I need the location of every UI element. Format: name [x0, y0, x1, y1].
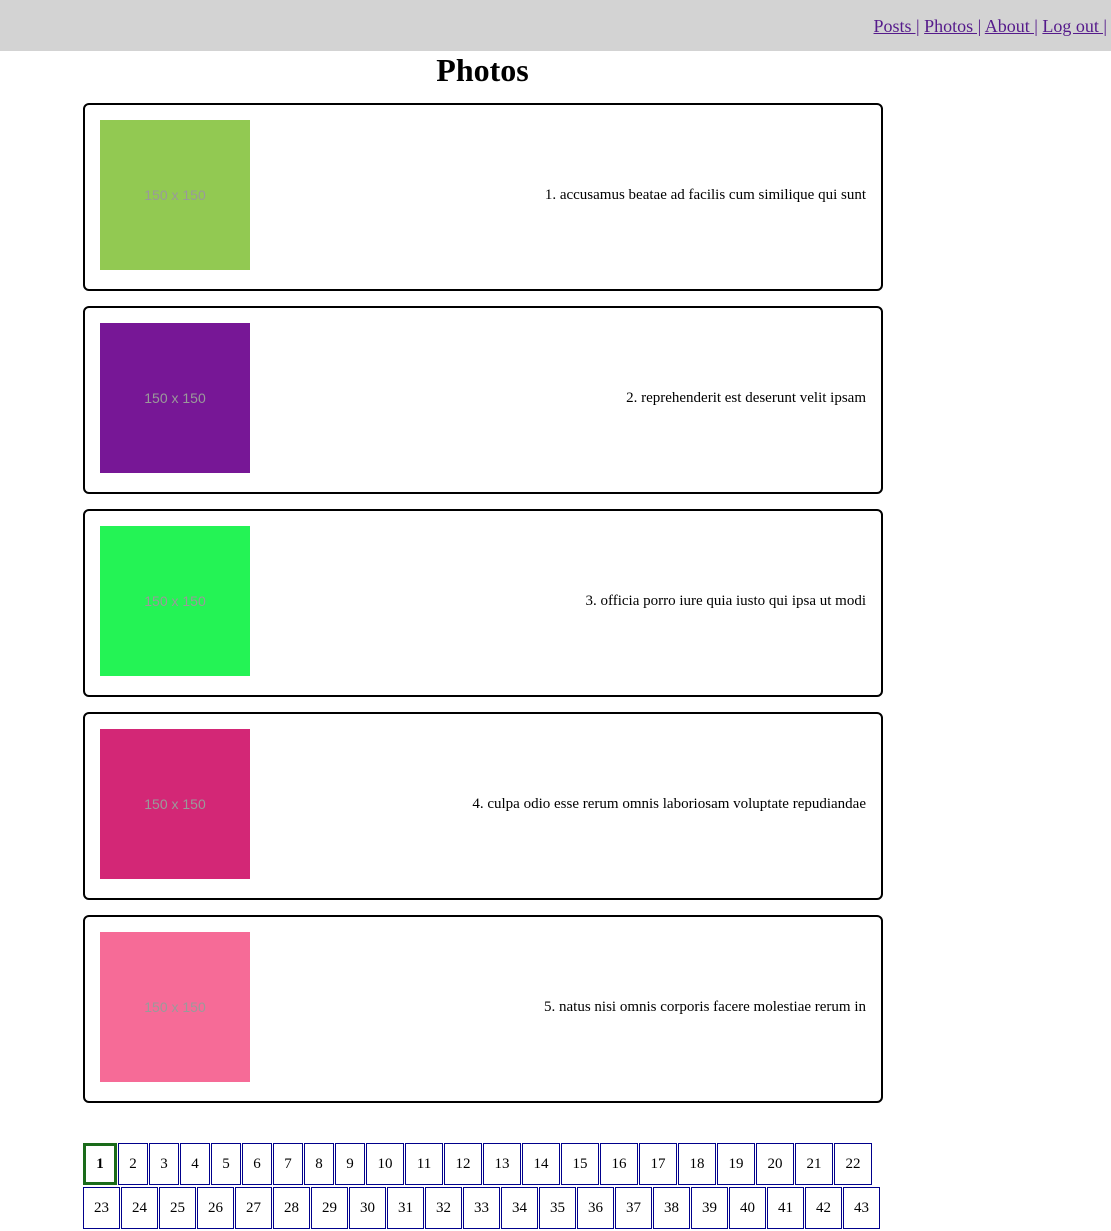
page-button-6[interactable]: 6 [242, 1143, 272, 1185]
page-button-15[interactable]: 15 [561, 1143, 599, 1185]
page-button-27[interactable]: 27 [235, 1187, 272, 1229]
page-button-35[interactable]: 35 [539, 1187, 576, 1229]
page-button-13[interactable]: 13 [483, 1143, 521, 1185]
photo-thumbnail: 150 x 150 [100, 526, 250, 676]
photo-thumbnail: 150 x 150 [100, 323, 250, 473]
page-button-30[interactable]: 30 [349, 1187, 386, 1229]
page-button-25[interactable]: 25 [159, 1187, 196, 1229]
nav-link-log-out[interactable]: Log out | [1042, 16, 1107, 36]
page-button-17[interactable]: 17 [639, 1143, 677, 1185]
photo-card: 150 x 150 1. accusamus beatae ad facilis… [83, 103, 883, 291]
page-button-29[interactable]: 29 [311, 1187, 348, 1229]
pagination-row: 23 24 25 26 27 28 29 30 31 32 33 34 35 36 37 38 39 40 41 42… [83, 1187, 883, 1231]
page-button-9[interactable]: 9 [335, 1143, 365, 1185]
page-button-8[interactable]: 8 [304, 1143, 334, 1185]
nav-link-photos[interactable]: Photos | [924, 16, 981, 36]
page-button-16[interactable]: 16 [600, 1143, 638, 1185]
pagination-row: 1 2 3 4 5 6 7 8 9 10 11 12 13 14 15 16 17 18 19 20 21 22 [83, 1143, 883, 1187]
page-button-24[interactable]: 24 [121, 1187, 158, 1229]
photo-caption: 1. accusamus beatae ad facilis cum simil… [544, 187, 866, 203]
page-button-26[interactable]: 26 [197, 1187, 234, 1229]
photo-caption: 3. officia porro iure quia iusto qui ips… [585, 593, 866, 609]
photo-card: 150 x 150 5. natus nisi omnis corporis f… [83, 915, 883, 1103]
nav-link-posts[interactable]: Posts | [874, 16, 920, 36]
page-title: Photos [436, 52, 529, 88]
photo-caption: 2. reprehenderit est deserunt velit ipsa… [626, 390, 866, 406]
photo-thumbnail: 150 x 150 [100, 729, 250, 879]
page-button-18[interactable]: 18 [678, 1143, 716, 1185]
page-button-7[interactable]: 7 [273, 1143, 303, 1185]
page-button-12[interactable]: 12 [444, 1143, 482, 1185]
photo-card: 150 x 150 3. officia porro iure quia ius… [83, 509, 883, 697]
photo-card: 150 x 150 4. culpa odio esse rerum omnis… [83, 712, 883, 900]
page-button-14[interactable]: 14 [522, 1143, 560, 1185]
page-button-5[interactable]: 5 [211, 1143, 241, 1185]
page-button-36[interactable]: 36 [577, 1187, 614, 1229]
page-button-10[interactable]: 10 [366, 1143, 404, 1185]
photo-card: 150 x 150 2. reprehenderit est deserunt … [83, 306, 883, 494]
nav-links: Posts | Photos | About | Log out | [874, 16, 1107, 37]
page-button-20[interactable]: 20 [756, 1143, 794, 1185]
photo-caption: 5. natus nisi omnis corporis facere mole… [544, 999, 866, 1015]
nav-link-about[interactable]: About | [985, 16, 1038, 36]
page-button-3[interactable]: 3 [149, 1143, 179, 1185]
page-button-1[interactable]: 1 [83, 1143, 117, 1185]
page-button-31[interactable]: 31 [387, 1187, 424, 1229]
page-button-41[interactable]: 41 [767, 1187, 804, 1229]
page-button-43[interactable]: 43 [843, 1187, 880, 1229]
page-button-32[interactable]: 32 [425, 1187, 462, 1229]
page-button-40[interactable]: 40 [729, 1187, 766, 1229]
page-button-34[interactable]: 34 [501, 1187, 538, 1229]
page-button-38[interactable]: 38 [653, 1187, 690, 1229]
page-button-33[interactable]: 33 [463, 1187, 500, 1229]
page-button-19[interactable]: 19 [717, 1143, 755, 1185]
page-button-21[interactable]: 21 [795, 1143, 833, 1185]
top-nav-bar: Posts | Photos | About | Log out | [0, 0, 1111, 51]
page-button-2[interactable]: 2 [118, 1143, 148, 1185]
photo-caption: 4. culpa odio esse rerum omnis laboriosa… [472, 796, 866, 812]
page-button-39[interactable]: 39 [691, 1187, 728, 1229]
page-button-22[interactable]: 22 [834, 1143, 872, 1185]
pagination: 1 2 3 4 5 6 7 8 9 10 11 12 13 14 15 16 17 18 19 20 21 22 23 24… [83, 1143, 883, 1231]
page-button-42[interactable]: 42 [805, 1187, 842, 1229]
page-button-37[interactable]: 37 [615, 1187, 652, 1229]
page-button-4[interactable]: 4 [180, 1143, 210, 1185]
page-button-11[interactable]: 11 [405, 1143, 443, 1185]
photo-thumbnail: 150 x 150 [100, 120, 250, 270]
page-button-23[interactable]: 23 [83, 1187, 120, 1229]
page-button-28[interactable]: 28 [273, 1187, 310, 1229]
photo-thumbnail: 150 x 150 [100, 932, 250, 1082]
